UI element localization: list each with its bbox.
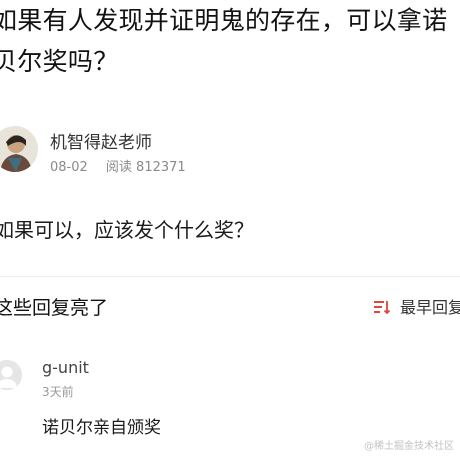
user-avatar-icon[interactable] (0, 360, 22, 390)
author-row: 机智得赵老师 08-02 阅读 812371 (0, 126, 460, 176)
watermark: @稀土掘金技术社区 (364, 441, 454, 452)
post-date: 08-02 (50, 160, 88, 175)
author-avatar-image (0, 126, 38, 172)
question-title[interactable]: 如果有人发现并证明鬼的存在，可以拿诺贝尔奖吗？ (0, 0, 460, 82)
comment-item: g-unit 3天前 诺贝尔亲自颁奖 (0, 356, 460, 446)
author-avatar[interactable] (0, 126, 38, 172)
divider (0, 276, 460, 277)
comments-header: 这些回复亮了 最早回复 (0, 293, 460, 321)
comment-username[interactable]: g-unit (42, 358, 89, 377)
comment-text: 诺贝尔亲自颁奖 (42, 418, 161, 438)
author-meta: 08-02 阅读 812371 (50, 156, 200, 175)
question-body: 如果可以，应该发个什么奖？ (0, 218, 254, 242)
avatar-placeholder-image (0, 360, 22, 390)
comments-section-title: 这些回复亮了 (0, 297, 109, 319)
author-name[interactable]: 机智得赵老师 (50, 128, 152, 153)
sort-icon (374, 301, 391, 315)
page: 如果有人发现并证明鬼的存在，可以拿诺贝尔奖吗？ 机智得赵老师 08-02 阅读 … (0, 0, 460, 460)
view-count: 阅读 812371 (105, 160, 186, 175)
sort-label: 最早回复 (400, 298, 460, 317)
comment-time: 3天前 (42, 385, 74, 399)
